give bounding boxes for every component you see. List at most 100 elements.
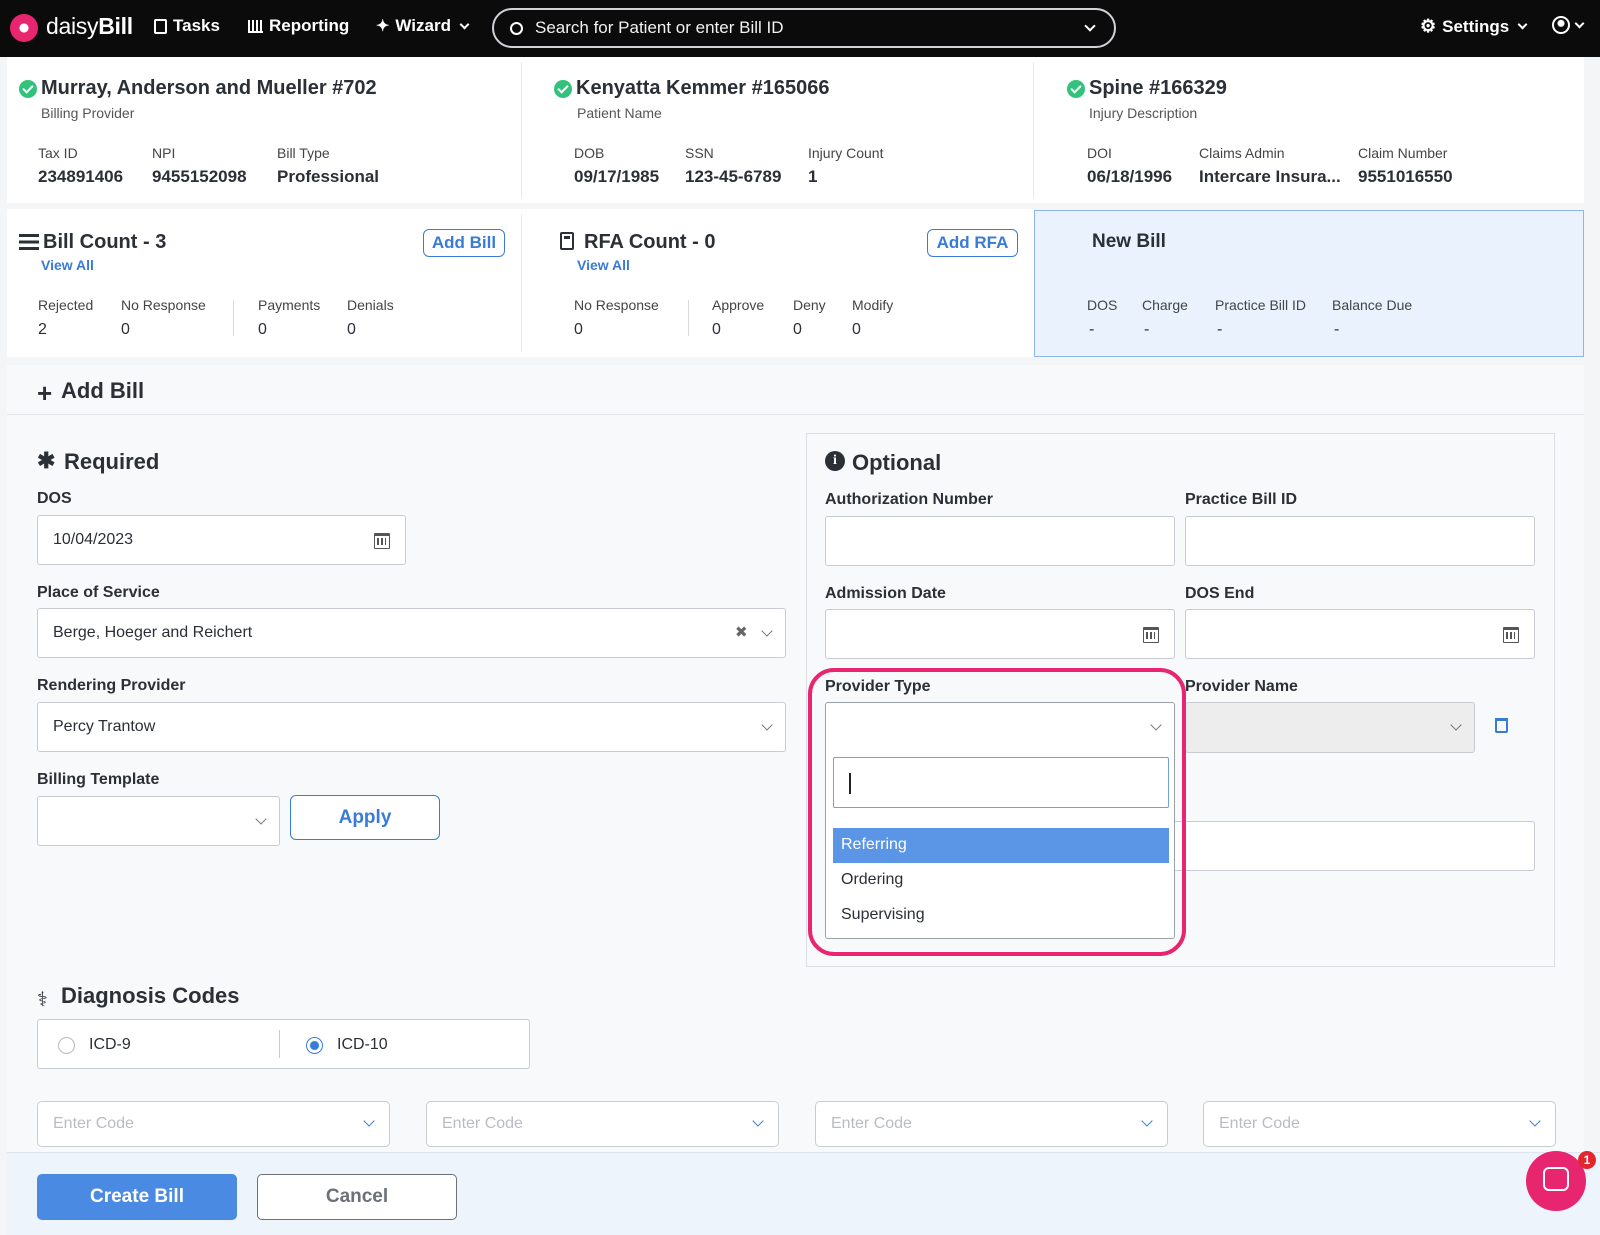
chevron-down-icon[interactable]	[1084, 20, 1096, 32]
approve-label: Approve	[712, 297, 765, 313]
user-menu[interactable]	[1552, 16, 1585, 34]
admission-date-label: Admission Date	[825, 585, 946, 602]
nav-reporting[interactable]: Reporting	[248, 16, 349, 36]
divider	[7, 414, 1584, 415]
rfa-view-all-link[interactable]: View All	[577, 257, 630, 273]
option-referring[interactable]: Referring	[833, 828, 1169, 863]
chevron-down-icon	[1517, 19, 1528, 30]
injury-count-label: Injury Count	[808, 145, 884, 161]
practice-bill-id-input[interactable]	[1185, 516, 1535, 566]
option-ordering[interactable]: Ordering	[833, 863, 1169, 898]
nav-wizard[interactable]: ✦ Wizard	[376, 16, 470, 36]
new-bill-title: New Bill	[1092, 231, 1166, 252]
deny-value: 0	[793, 321, 802, 338]
new-bill-dos-value: -	[1089, 321, 1095, 338]
rendering-provider-select[interactable]: Percy Trantow	[37, 702, 786, 752]
add-rfa-button[interactable]: Add RFA	[927, 229, 1018, 257]
gear-icon: ⚙	[1420, 16, 1437, 36]
provider-type-label: Provider Type	[825, 678, 931, 695]
icd9-radio[interactable]	[58, 1037, 75, 1054]
billing-template-select[interactable]	[37, 796, 280, 846]
divider	[233, 300, 234, 336]
nav-wizard-label: Wizard	[395, 16, 451, 35]
chevron-down-icon	[363, 1115, 375, 1127]
code-placeholder: Enter Code	[442, 1115, 523, 1132]
magic-wand-icon: ✦	[376, 18, 390, 35]
divider	[279, 1030, 280, 1058]
dos-end-label: DOS End	[1185, 585, 1255, 602]
chevron-down-icon	[1141, 1115, 1153, 1127]
diagnosis-code-input-3[interactable]: Enter Code	[815, 1101, 1168, 1147]
check-icon	[1067, 80, 1085, 98]
claim-number-label: Claim Number	[1358, 145, 1448, 161]
provider-type-select[interactable]: Referring Ordering Supervising	[825, 702, 1175, 939]
diagnosis-code-input-1[interactable]: Enter Code	[37, 1101, 390, 1147]
injury-title[interactable]: Spine #166329	[1089, 77, 1227, 100]
practice-bill-id-value: -	[1217, 321, 1223, 338]
modify-label: Modify	[852, 297, 894, 313]
nav-tasks-label: Tasks	[173, 16, 220, 35]
brand-logo[interactable]: daisyBill	[46, 13, 133, 40]
authorization-number-input[interactable]	[825, 516, 1175, 566]
clipboard-icon	[154, 18, 167, 34]
place-of-service-select[interactable]: Berge, Hoeger and Reichert ✖	[37, 608, 786, 658]
place-of-service-value: Berge, Hoeger and Reichert	[53, 624, 253, 641]
chevron-down-icon	[1450, 719, 1462, 731]
practice-bill-id-field-label: Practice Bill ID	[1185, 491, 1298, 508]
icd10-radio[interactable]	[306, 1037, 323, 1054]
chevron-down-icon	[761, 625, 773, 637]
dos-value: 10/04/2023	[53, 531, 134, 548]
daisy-logo-icon[interactable]	[10, 14, 38, 42]
provider-type-search-input[interactable]	[833, 757, 1169, 808]
additional-field-input[interactable]	[1160, 821, 1535, 871]
billing-provider-subtitle: Billing Provider	[41, 105, 135, 121]
trash-icon[interactable]	[1495, 718, 1508, 733]
provider-name-label: Provider Name	[1185, 678, 1298, 695]
nav-reporting-label: Reporting	[269, 16, 350, 35]
create-bill-button[interactable]: Create Bill	[37, 1174, 237, 1220]
patient-name-title[interactable]: Kenyatta Kemmer #165066	[576, 77, 830, 100]
tax-id-label: Tax ID	[38, 145, 78, 161]
dob-label: DOB	[574, 145, 605, 161]
apply-template-button[interactable]: Apply	[290, 795, 440, 840]
claims-admin-label: Claims Admin	[1199, 145, 1285, 161]
clear-icon[interactable]: ✖	[735, 623, 748, 641]
diagnosis-codes-heading: Diagnosis Codes	[61, 983, 240, 1008]
billing-provider-title[interactable]: Murray, Anderson and Mueller #702	[41, 77, 377, 100]
check-icon	[554, 80, 572, 98]
nav-tasks[interactable]: Tasks	[154, 16, 220, 36]
bar-chart-icon	[248, 19, 263, 33]
dos-end-input[interactable]	[1185, 609, 1535, 659]
calendar-icon[interactable]	[1503, 627, 1519, 643]
nav-settings-label: Settings	[1442, 16, 1510, 36]
npi-label: NPI	[152, 145, 176, 161]
npi-value: 9455152098	[152, 167, 247, 186]
calendar-icon[interactable]	[1143, 627, 1159, 643]
add-bill-button[interactable]: Add Bill	[423, 229, 505, 257]
cancel-button[interactable]: Cancel	[257, 1174, 457, 1220]
divider	[1033, 62, 1034, 198]
chevron-down-icon	[761, 719, 773, 731]
nav-settings[interactable]: ⚙ Settings	[1420, 16, 1528, 37]
calendar-icon[interactable]	[374, 533, 390, 549]
dos-input[interactable]: 10/04/2023	[37, 515, 406, 565]
search-input[interactable]	[533, 17, 1073, 39]
rejected-label: Rejected	[38, 297, 94, 313]
admission-date-input[interactable]	[825, 609, 1175, 659]
bill-type-value: Professional	[277, 167, 380, 186]
option-supervising[interactable]: Supervising	[833, 898, 1169, 933]
stethoscope-icon: ⚕	[37, 989, 48, 1011]
check-icon	[19, 80, 37, 98]
chat-launcher[interactable]	[1526, 1151, 1586, 1211]
global-search[interactable]	[492, 8, 1116, 48]
divider	[688, 300, 689, 336]
diagnosis-code-input-4[interactable]: Enter Code	[1203, 1101, 1556, 1147]
divider	[521, 62, 522, 198]
chevron-down-icon	[1150, 719, 1162, 731]
bills-view-all-link[interactable]: View All	[41, 257, 94, 273]
chat-notification-badge: 1	[1578, 1151, 1596, 1169]
rfa-no-response-label: No Response	[574, 297, 659, 313]
payments-value: 0	[258, 321, 267, 338]
diagnosis-code-input-2[interactable]: Enter Code	[426, 1101, 779, 1147]
info-icon: i	[825, 451, 845, 471]
